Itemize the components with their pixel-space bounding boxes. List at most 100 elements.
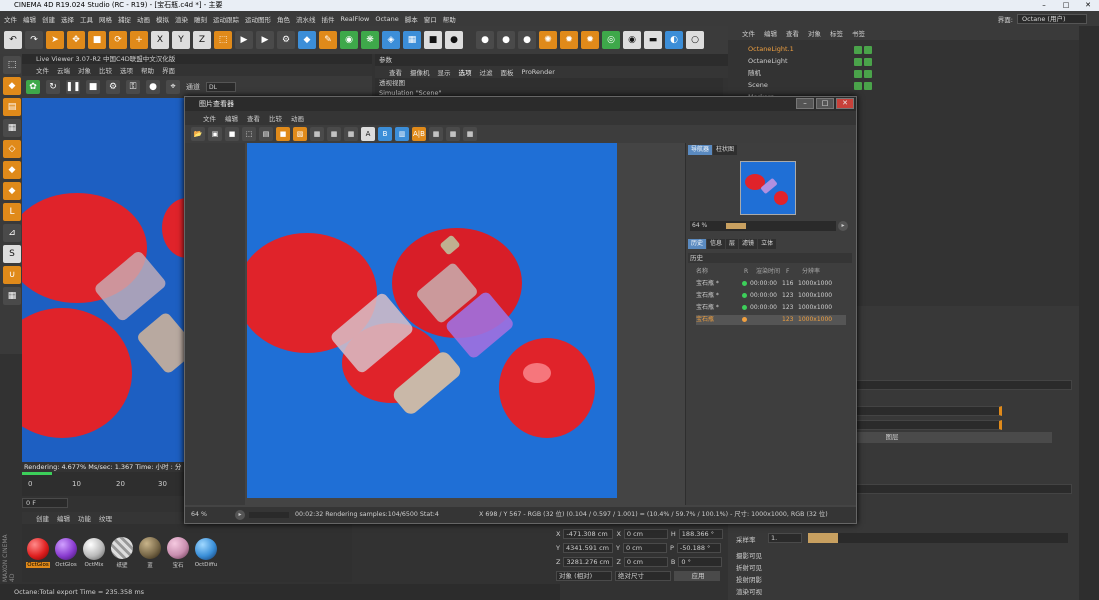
close-button[interactable]: ✕ [1077,0,1099,11]
menu-item[interactable]: 动画 [137,14,150,24]
live-render-area[interactable] [22,98,184,462]
piv-menu-item[interactable]: 比较 [269,113,282,123]
menu-item[interactable]: 编辑 [23,14,36,24]
stop-icon[interactable]: ■ [86,80,100,94]
history-row[interactable]: 宝石瓶 * 00:00:00 123 1000x1000 [696,303,846,313]
menu-item[interactable]: 模拟 [156,14,169,24]
coordinate-icon[interactable]: ⬚ [214,31,232,49]
right-side-tabs[interactable] [1079,26,1099,600]
viewport-tab[interactable]: 查看 [389,67,402,77]
a-icon[interactable]: A [361,127,375,141]
coord-size-select[interactable]: 绝对尺寸 [615,570,671,581]
menu-item[interactable]: 网格 [99,14,112,24]
render-region-icon[interactable]: ⬚ [242,127,256,141]
octane-circle-icon[interactable]: ○ [686,31,704,49]
object-menu-item[interactable]: 标签 [830,28,843,38]
render-view-icon[interactable]: ▶ [235,31,253,49]
object-menu-item[interactable]: 编辑 [764,28,777,38]
object-menu-item[interactable]: 书签 [852,28,865,38]
history-row[interactable]: 宝石瓶 * 00:00:00 116 1000x1000 [696,279,846,289]
render-picture-icon[interactable]: ▶ [256,31,274,49]
close-button[interactable]: ✕ [836,98,854,109]
grid3-icon[interactable]: ▦ [463,127,477,141]
grid1-icon[interactable]: ▦ [429,127,443,141]
pause-icon[interactable]: ❚❚ [65,80,81,94]
material-item[interactable]: OctMix [82,538,106,568]
pen-icon[interactable]: ✎ [319,31,337,49]
material-item[interactable]: 蓝 [138,537,162,569]
menu-item[interactable]: 脚本 [405,14,418,24]
viewer-menu-item[interactable]: 对象 [78,65,91,75]
scale-icon[interactable]: ■ [88,31,106,49]
viewer-menu-item[interactable]: 帮助 [141,65,154,75]
maximize-button[interactable]: □ [816,98,834,109]
compare-b-icon[interactable]: ▦ [327,127,341,141]
tab-histogram[interactable]: 柱状图 [713,145,738,155]
material-menu-item[interactable]: 纹理 [99,513,112,523]
grid2-icon[interactable]: ▦ [446,127,460,141]
tab-info[interactable]: 信息 [707,239,726,249]
octane-box-icon[interactable]: ▬ [644,31,662,49]
viewport-tab[interactable]: 面板 [501,67,514,77]
sample-field[interactable]: 1. [768,533,802,543]
tab-filter[interactable]: 滤镜 [739,239,758,249]
material-menu-item[interactable]: 功能 [78,513,91,523]
menu-item[interactable]: RealFlow [341,15,370,23]
piv-menu-item[interactable]: 查看 [247,113,260,123]
material-item[interactable]: OctDiffu [194,538,218,568]
menu-item[interactable]: 文件 [4,14,17,24]
octane-half-icon[interactable]: ◐ [665,31,683,49]
menu-item[interactable]: 运动图形 [245,14,271,24]
menu-item[interactable]: 角色 [277,14,290,24]
object-menu-item[interactable]: 对象 [808,28,821,38]
minimize-button[interactable]: – [1033,0,1055,11]
viewer-menu-item[interactable]: 选项 [120,65,133,75]
y-axis-icon[interactable]: Y [172,31,190,49]
grid-icon[interactable]: ▦ [3,287,21,305]
rendered-image[interactable] [247,143,617,498]
viewer-menu-item[interactable]: 界面 [162,65,175,75]
move-icon[interactable]: ✥ [67,31,85,49]
z-axis-icon[interactable]: Z [193,31,211,49]
save-icon[interactable]: ▣ [208,127,222,141]
undo-icon[interactable]: ↶ [4,31,22,49]
viewport-tab[interactable]: ProRender [522,68,555,76]
octane-target-icon[interactable]: ◉ [623,31,641,49]
deformer-icon[interactable]: ◈ [382,31,400,49]
piv-menu-item[interactable]: 动画 [291,113,304,123]
floor-icon[interactable]: ▦ [403,31,421,49]
channel-select[interactable]: DL [206,82,236,92]
light-icon[interactable]: ● [445,31,463,49]
viewport-tab-active[interactable]: 选项 [459,67,472,77]
object-row[interactable]: Scene [732,80,1072,91]
zoom-menu-icon[interactable]: ▸ [838,221,848,231]
material-item[interactable]: OctGlos [54,538,78,568]
octane-light2-icon[interactable]: ✹ [581,31,599,49]
octane-sphere3-icon[interactable]: ● [518,31,536,49]
navigator-thumbnail[interactable] [740,161,796,215]
menu-item[interactable]: Octane [375,15,398,23]
ab-icon[interactable]: ▥ [395,127,409,141]
object-row[interactable]: OctaneLight.1 [732,44,1072,55]
subdivision-icon[interactable]: ◉ [340,31,358,49]
b-icon[interactable]: B [378,127,392,141]
menu-item[interactable]: 创建 [42,14,55,24]
check-label[interactable]: 渲染可视 [736,586,762,596]
check-label[interactable]: 摄影可见 [736,550,762,560]
menu-item[interactable]: 工具 [80,14,93,24]
tab-navigator[interactable]: 导航器 [688,145,713,155]
menu-item[interactable]: 窗口 [424,14,437,24]
texture-mode-icon[interactable]: ▤ [3,98,21,116]
clear-icon[interactable]: ▧ [293,127,307,141]
octane-sphere2-icon[interactable]: ● [497,31,515,49]
menu-item[interactable]: 运动跟踪 [213,14,239,24]
viewport-tab[interactable]: 显示 [438,67,451,77]
redo-icon[interactable]: ↷ [25,31,43,49]
model-mode-icon[interactable]: ⬚ [3,56,21,74]
workplane-icon[interactable]: ▦ [3,119,21,137]
restart-icon[interactable]: ↻ [46,80,60,94]
select-cursor-icon[interactable]: ➤ [46,31,64,49]
piv-menu-item[interactable]: 文件 [203,113,216,123]
material-item[interactable]: OctGlos [26,538,50,568]
plus-icon[interactable]: + [130,31,148,49]
